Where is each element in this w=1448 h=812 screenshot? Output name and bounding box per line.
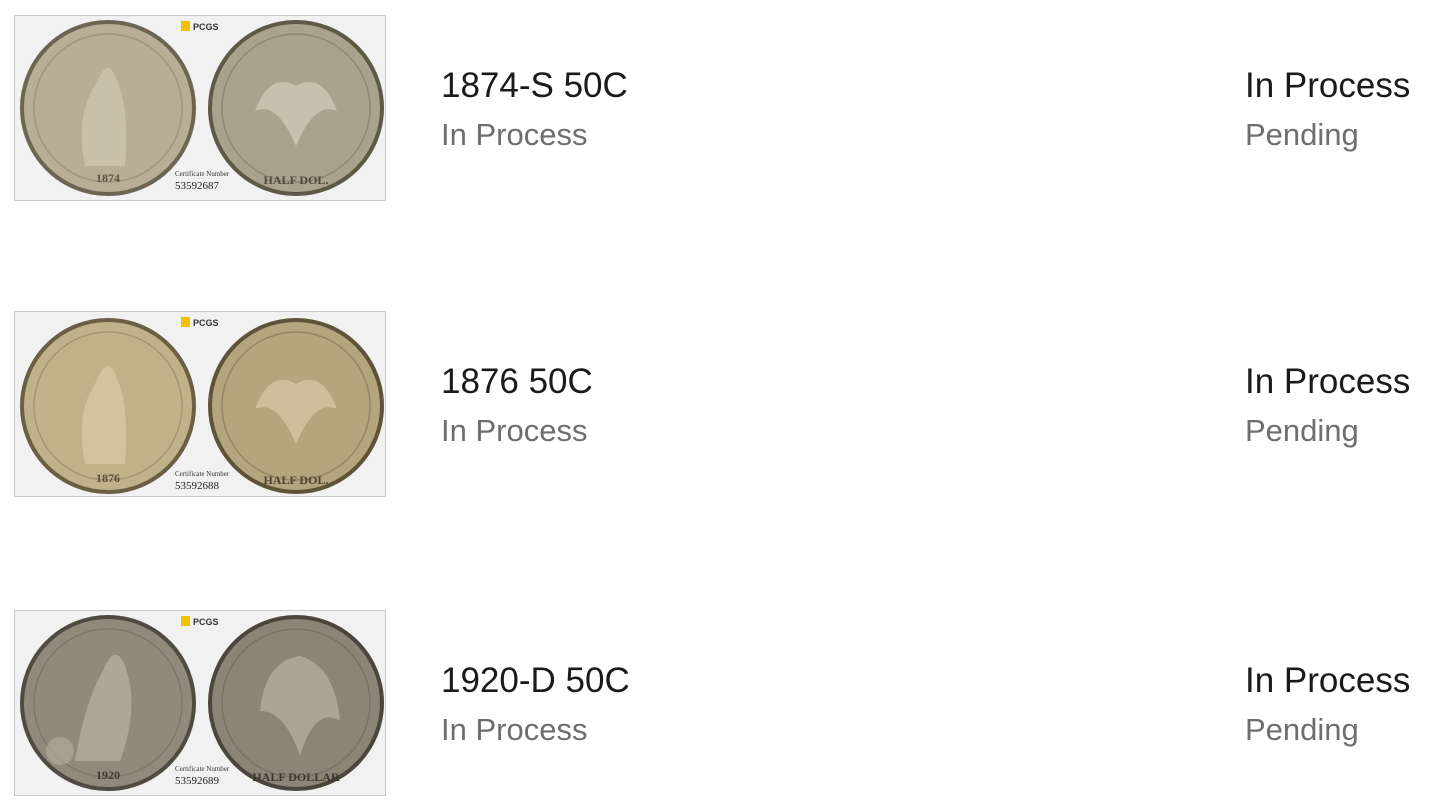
cert-label: Certificate Number [175,470,230,478]
pcgs-logo-icon [181,317,190,327]
list-item[interactable]: 1874 HALF DOL. PCGS Certificate Number 5… [0,14,1448,214]
item-title[interactable]: 1920-D 50C [441,661,630,701]
item-state: Pending [1245,413,1359,448]
item-title[interactable]: 1874-S 50C [441,66,628,106]
coin-image[interactable]: 1874 HALF DOL. PCGS Certificate Number 5… [14,15,386,201]
cert-number: 53592688 [175,480,220,492]
coin-photo: 1876 HALF DOL. PCGS Certificate Number 5… [15,312,385,496]
item-subtitle: In Process [441,413,588,448]
coin-photo: 1920 HALF DOLLAR PCGS Certificate Number… [15,611,385,795]
cert-label: Certificate Number [175,765,230,773]
pcgs-logo-icon [181,21,190,31]
coin-reverse-legend: HALF DOL. [264,473,329,487]
item-state: Pending [1245,117,1359,152]
cert-number: 53592687 [175,180,220,192]
item-status: In Process [1245,66,1411,105]
item-subtitle: In Process [441,712,588,747]
coin-reverse-legend: HALF DOL. [264,173,329,187]
cert-number: 53592689 [175,775,220,787]
logo-text: PCGS [193,318,219,328]
item-subtitle: In Process [441,117,588,152]
coin-date: 1920 [96,768,120,782]
coin-date: 1876 [96,471,120,485]
logo-text: PCGS [193,617,219,627]
item-title[interactable]: 1876 50C [441,362,593,402]
coin-image[interactable]: 1876 HALF DOL. PCGS Certificate Number 5… [14,311,386,497]
pcgs-logo-icon [181,616,190,626]
logo-text: PCGS [193,22,219,32]
item-state: Pending [1245,712,1359,747]
coin-reverse-legend: HALF DOLLAR [252,770,340,784]
coin-photo: 1874 HALF DOL. PCGS Certificate Number 5… [15,16,385,200]
item-status: In Process [1245,661,1411,700]
list-item[interactable]: 1876 HALF DOL. PCGS Certificate Number 5… [0,310,1448,510]
coin-date: 1874 [96,171,120,185]
coin-image[interactable]: 1920 HALF DOLLAR PCGS Certificate Number… [14,610,386,796]
item-status: In Process [1245,362,1411,401]
list-item[interactable]: 1920 HALF DOLLAR PCGS Certificate Number… [0,609,1448,809]
cert-label: Certificate Number [175,170,230,178]
